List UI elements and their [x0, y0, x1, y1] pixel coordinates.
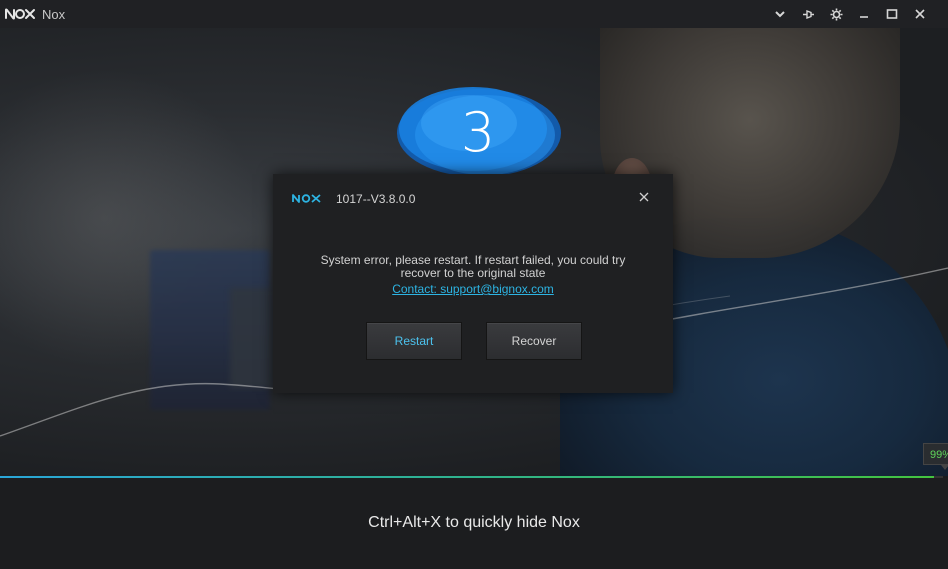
dialog-message: System error, please restart. If restart…: [273, 254, 673, 280]
close-icon: [639, 192, 649, 202]
dialog-title: 1017--V3.8.0.0: [336, 192, 416, 206]
window-controls: [766, 0, 934, 28]
dialog-close-button[interactable]: [635, 188, 653, 206]
shortcut-tip: Ctrl+Alt+X to quickly hide Nox: [368, 514, 580, 531]
nox-logo-icon: [5, 8, 35, 20]
gear-icon[interactable]: [822, 0, 850, 28]
error-dialog: 1017--V3.8.0.0 System error, please rest…: [273, 174, 673, 393]
contact-link[interactable]: Contact: support@bignox.com: [273, 282, 673, 296]
nox-logo-icon: [292, 194, 321, 203]
title-bar: Nox: [0, 0, 948, 28]
splash-footer: Ctrl+Alt+X to quickly hide Nox: [0, 478, 948, 569]
countdown-badge: 3: [393, 83, 563, 181]
restart-button[interactable]: Restart: [366, 322, 462, 360]
progress-badge-notch: [941, 465, 948, 470]
maximize-icon[interactable]: [878, 0, 906, 28]
recover-button[interactable]: Recover: [486, 322, 582, 360]
dialog-message-line2: recover to the original state: [400, 266, 546, 280]
app-title: Nox: [42, 6, 66, 22]
pin-icon[interactable]: [794, 0, 822, 28]
progress-percent-badge: 99%: [923, 443, 948, 465]
minimize-icon[interactable]: [850, 0, 878, 28]
chevron-down-icon[interactable]: [766, 0, 794, 28]
countdown-number: 3: [460, 100, 496, 164]
close-icon[interactable]: [906, 0, 934, 28]
